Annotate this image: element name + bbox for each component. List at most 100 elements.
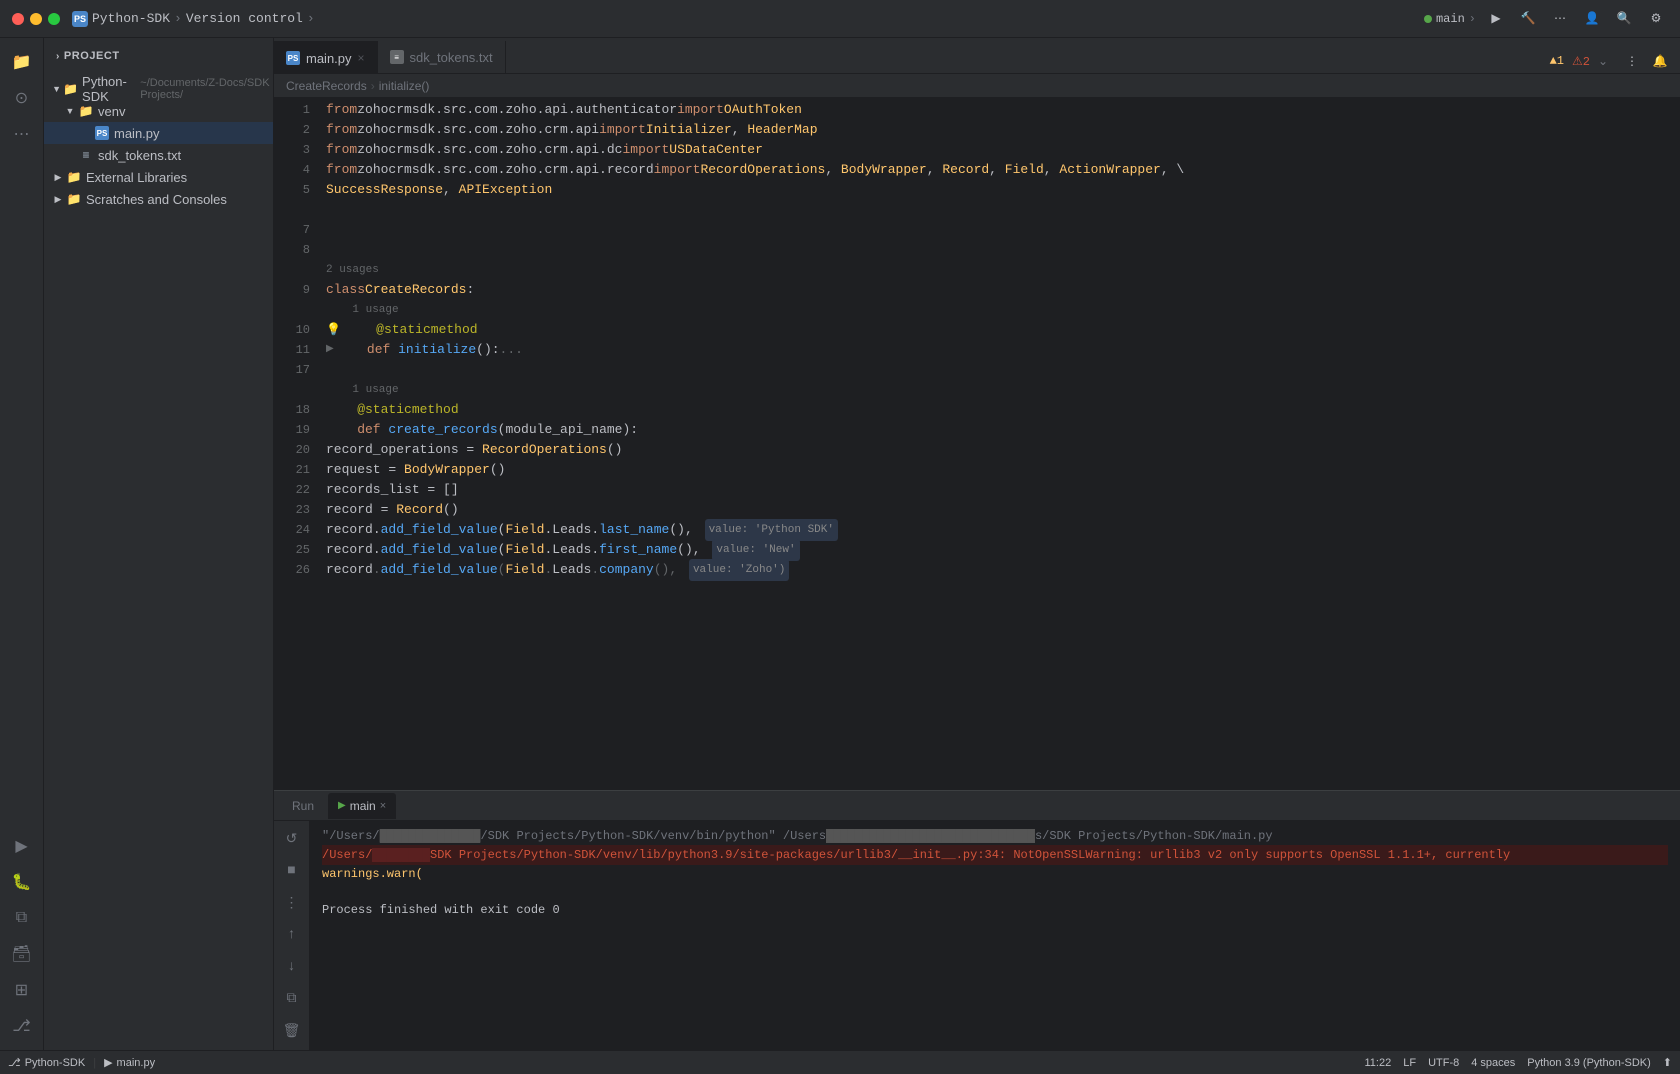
code-line-21: request = BodyWrapper() [326, 460, 1680, 480]
activity-git-icon[interactable]: ⎇ [6, 1010, 38, 1042]
scratches-label: Scratches and Consoles [86, 192, 227, 207]
settings-button[interactable]: ⚙ [1644, 7, 1668, 31]
fold-arrow-11[interactable]: ▶ [326, 340, 334, 360]
title-bar: PS Python-SDK › Version control › main ›… [0, 0, 1680, 38]
status-upload-icon[interactable]: ⬆ [1663, 1056, 1672, 1069]
tab-sdk-tokens-icon: ≡ [390, 50, 404, 64]
warning-count[interactable]: ▲1 [1550, 54, 1564, 68]
root-folder-icon: 📁 [63, 81, 78, 97]
activity-project-icon[interactable]: 📁 [6, 46, 38, 78]
maximize-button[interactable] [48, 13, 60, 25]
traffic-lights [12, 13, 60, 25]
usage-hint-1: 1 usage [326, 302, 1680, 318]
status-line-ending[interactable]: LF [1403, 1057, 1416, 1069]
console-success-text: Process finished with exit code 0 [322, 901, 560, 919]
activity-commit-icon[interactable]: ⊙ [6, 82, 38, 114]
editor-area: PS main.py × ≡ sdk_tokens.txt ▲1 ⚠2 ⌄ ⋮ … [274, 38, 1680, 1050]
run-config-label: main [1436, 12, 1465, 26]
editor-more-options[interactable]: ⋮ [1620, 49, 1644, 73]
tab-main-py[interactable]: PS main.py × [274, 41, 378, 73]
activity-terminal-icon[interactable]: ⊞ [6, 974, 38, 1006]
activity-debug-icon[interactable]: 🐛 [6, 866, 38, 898]
run-button[interactable]: ▶ [1484, 7, 1508, 31]
tab-main-py-label: main.py [306, 51, 352, 66]
tab-bar: PS main.py × ≡ sdk_tokens.txt ▲1 ⚠2 ⌄ ⋮ … [274, 38, 1680, 74]
search-button[interactable]: 🔍 [1612, 7, 1636, 31]
panel-layers-icon[interactable]: ⧉ [278, 985, 306, 1013]
error-count[interactable]: ⚠2 [1572, 54, 1590, 69]
activity-layers-icon[interactable]: ⧉ [6, 902, 38, 934]
current-file-icon: ▶ [104, 1056, 112, 1069]
problems-chevron[interactable]: ⌄ [1598, 54, 1608, 69]
current-file-label: main.py [117, 1057, 156, 1069]
tree-item-external-libraries[interactable]: ▶ 📁 External Libraries [44, 166, 273, 188]
panel-tab-main-close[interactable]: × [380, 800, 386, 812]
tab-main-py-close[interactable]: × [358, 51, 365, 65]
tree-item-scratches[interactable]: ▶ 📁 Scratches and Consoles [44, 188, 273, 210]
title-bar-right: main › ▶ 🔨 ⋯ 👤 🔍 ⚙ [1424, 7, 1668, 31]
root-path: ~/Documents/Z-Docs/SDK Projects/ [140, 77, 273, 101]
code-editor[interactable]: 1 2 3 4 5 7 8 9 10 11 17 18 19 [274, 98, 1680, 790]
root-expand-arrow: ▼ [52, 83, 61, 95]
panel-more-icon[interactable]: ⋮ [278, 889, 306, 917]
panel-stop-icon[interactable]: ■ [278, 857, 306, 885]
console-warning-text: warnings.warn( [322, 865, 423, 883]
run-config[interactable]: main › [1424, 12, 1476, 26]
breadcrumb-class[interactable]: CreateRecords [286, 79, 367, 93]
scratches-arrow: ▶ [52, 193, 64, 205]
project-name[interactable]: Python-SDK [92, 11, 170, 26]
tab-sdk-tokens-label: sdk_tokens.txt [410, 50, 493, 65]
code-line-20: record_operations = RecordOperations() [326, 440, 1680, 460]
activity-run-icon[interactable]: ▶ [6, 830, 38, 862]
status-indent[interactable]: 4 spaces [1471, 1057, 1515, 1069]
tab-sdk-tokens[interactable]: ≡ sdk_tokens.txt [378, 41, 506, 73]
status-python-version[interactable]: Python 3.9 (Python-SDK) [1527, 1057, 1651, 1069]
code-line-3: from zohocrmsdk.src.com.zoho.crm.api.dc … [326, 140, 1680, 160]
panel-refresh-icon[interactable]: ↺ [278, 825, 306, 853]
activity-dots-icon[interactable]: ⋯ [6, 118, 38, 150]
minimize-button[interactable] [30, 13, 42, 25]
panel-trash-icon[interactable]: 🗑 [278, 1017, 306, 1045]
notification-icon[interactable]: 🔔 [1648, 49, 1672, 73]
status-git-branch[interactable]: ⎇ Python-SDK [8, 1056, 85, 1069]
close-button[interactable] [12, 13, 24, 25]
tab-bar-right: ▲1 ⚠2 ⌄ ⋮ 🔔 [1542, 49, 1680, 73]
line-ending-label: LF [1403, 1057, 1416, 1069]
panel-up-icon[interactable]: ↑ [278, 921, 306, 949]
console-line-empty [322, 883, 1668, 901]
code-line-1: from zohocrmsdk.src.com.zoho.api.authent… [326, 100, 1680, 120]
account-button[interactable]: 👤 [1580, 7, 1604, 31]
console-path-text: "/Users/██████████████/SDK Projects/Pyth… [322, 827, 1273, 845]
panel-tab-main[interactable]: ▶ main × [328, 793, 396, 819]
more-options-button[interactable]: ⋯ [1548, 7, 1572, 31]
tree-item-root[interactable]: ▼ 📁 Python-SDK ~/Documents/Z-Docs/SDK Pr… [44, 78, 273, 100]
panel-tab-run[interactable]: Run [282, 793, 324, 819]
breadcrumb-method[interactable]: initialize() [379, 79, 430, 93]
code-line-11: ▶ def initialize():... [326, 340, 1680, 360]
code-line-5: SuccessResponse, APIException [326, 180, 1680, 200]
panel-tab-run-label: Run [292, 799, 314, 813]
py-logo-icon: PS [72, 11, 88, 27]
sdk-tokens-icon: ≡ [78, 147, 94, 163]
code-line-8 [326, 240, 1680, 260]
tree-item-main-py[interactable]: ▶ PS main.py [44, 122, 273, 144]
tree-item-venv[interactable]: ▼ 📁 venv [44, 100, 273, 122]
activity-db-icon[interactable]: 🗃 [6, 938, 38, 970]
panel-content-area: ↺ ■ ⋮ ↑ ↓ ⧉ 🗑 "/Users/███ [274, 821, 1680, 1050]
version-control-label[interactable]: Version control [186, 11, 303, 26]
sidebar-title: Project [64, 50, 120, 62]
venv-label: venv [98, 104, 125, 119]
sdk-tokens-label: sdk_tokens.txt [98, 148, 181, 163]
status-encoding[interactable]: UTF-8 [1428, 1057, 1459, 1069]
status-bar-left: ⎇ Python-SDK | ▶ main.py [8, 1056, 155, 1069]
panel-down-icon[interactable]: ↓ [278, 953, 306, 981]
panel-tab-main-label: main [350, 799, 376, 813]
usage-hint-2: 2 usages [326, 262, 1680, 278]
console-line-error: /Users/████████SDK Projects/Python-SDK/v… [322, 845, 1668, 865]
upload-icon: ⬆ [1663, 1056, 1672, 1069]
build-button[interactable]: 🔨 [1516, 7, 1540, 31]
status-position[interactable]: 11:22 [1365, 1057, 1392, 1069]
status-current-file[interactable]: ▶ main.py [104, 1056, 155, 1069]
status-bar: ⎇ Python-SDK | ▶ main.py 11:22 LF UTF-8 … [0, 1050, 1680, 1074]
tree-item-sdk-tokens[interactable]: ▶ ≡ sdk_tokens.txt [44, 144, 273, 166]
